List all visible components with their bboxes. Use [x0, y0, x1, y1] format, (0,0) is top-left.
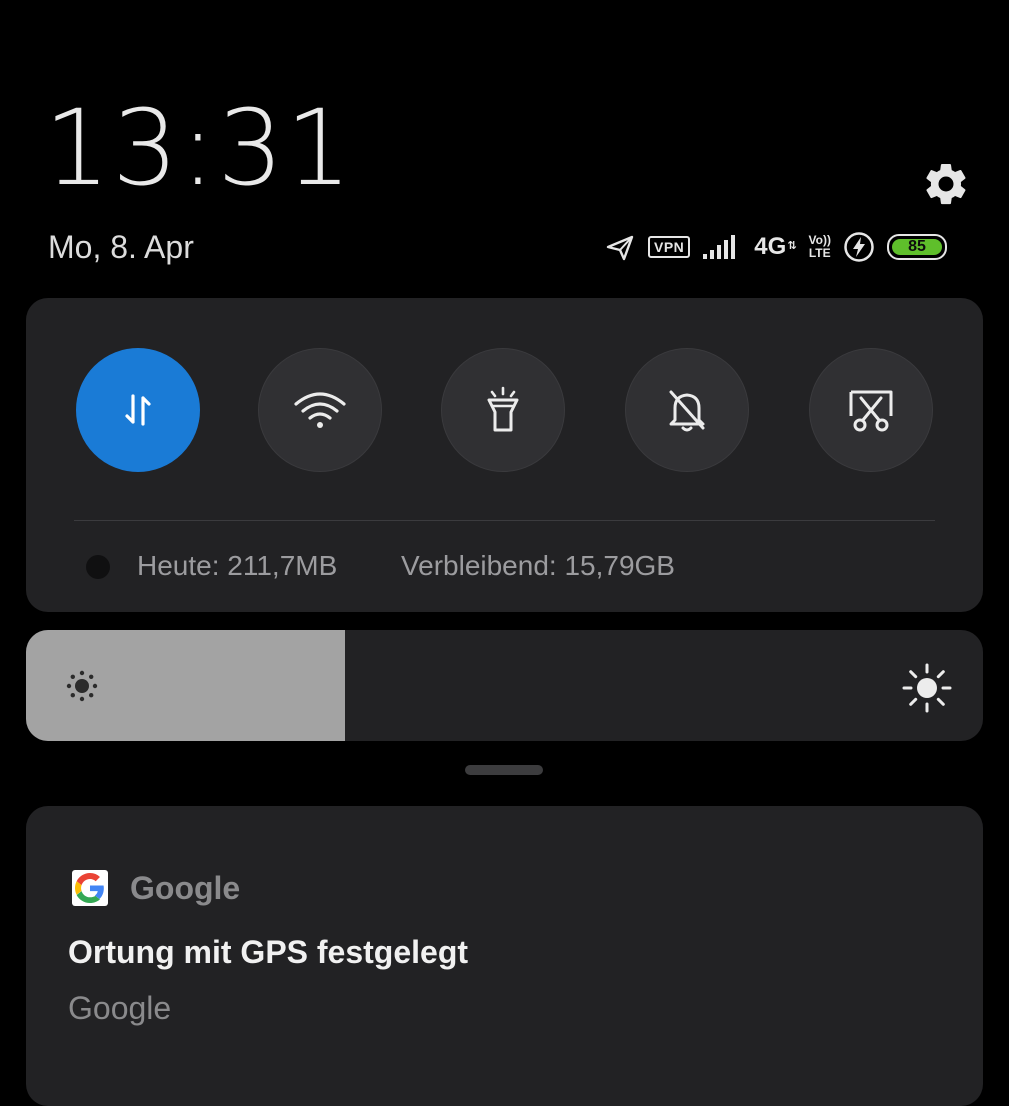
- volte-icon: Vo)) LTE: [809, 234, 831, 260]
- 4g-icon: 4G ⇅: [754, 233, 796, 261]
- status-bar: VPN 4G ⇅ Vo)) LTE 85: [604, 226, 984, 268]
- google-logo-icon: [72, 870, 108, 906]
- location-arrow-icon: [604, 233, 636, 261]
- gear-icon: [926, 163, 966, 205]
- toggle-wifi[interactable]: [258, 348, 382, 472]
- charging-icon: [843, 231, 875, 263]
- toggle-mute[interactable]: [625, 348, 749, 472]
- signal-icon: [702, 234, 742, 260]
- clock-time: 13:31: [44, 87, 354, 209]
- toggle-mobile-data[interactable]: [76, 348, 200, 472]
- wifi-icon: [294, 392, 346, 428]
- brightness-low-icon: [66, 670, 98, 702]
- notification-body: Google: [68, 990, 172, 1026]
- brightness-high-icon: [902, 663, 952, 713]
- brightness-slider[interactable]: [26, 630, 983, 741]
- flashlight-icon: [487, 386, 519, 432]
- battery-level: 85: [908, 238, 926, 255]
- date-label: Mo, 8. Apr: [48, 229, 194, 265]
- bell-off-icon: [669, 390, 705, 432]
- settings-button[interactable]: [918, 156, 974, 212]
- drag-handle[interactable]: [465, 765, 543, 775]
- notification-card[interactable]: Google Ortung mit GPS festgelegt Google: [26, 806, 983, 1106]
- quick-settings-panel: Heute: 211,7MB Verbleibend: 15,79GB: [26, 298, 983, 612]
- notification-title: Ortung mit GPS festgelegt: [68, 934, 469, 970]
- toggle-flashlight[interactable]: [441, 348, 565, 472]
- notification-app-name: Google: [130, 870, 241, 906]
- quick-settings-divider: [74, 520, 935, 521]
- data-usage-today: Heute: 211,7MB: [137, 550, 338, 581]
- data-activity-icon: ⇅: [787, 240, 797, 252]
- network-type-label: 4G: [754, 233, 787, 260]
- scissors-icon: [849, 390, 893, 432]
- vpn-icon: VPN: [648, 236, 691, 258]
- battery-icon: 85: [886, 234, 947, 260]
- toggle-screenshot[interactable]: [809, 348, 933, 472]
- data-arrows-icon: [125, 394, 151, 426]
- data-usage-dot: [86, 555, 110, 579]
- volte-bottom-label: LTE: [808, 246, 831, 260]
- data-usage-remaining: Verbleibend: 15,79GB: [401, 550, 675, 581]
